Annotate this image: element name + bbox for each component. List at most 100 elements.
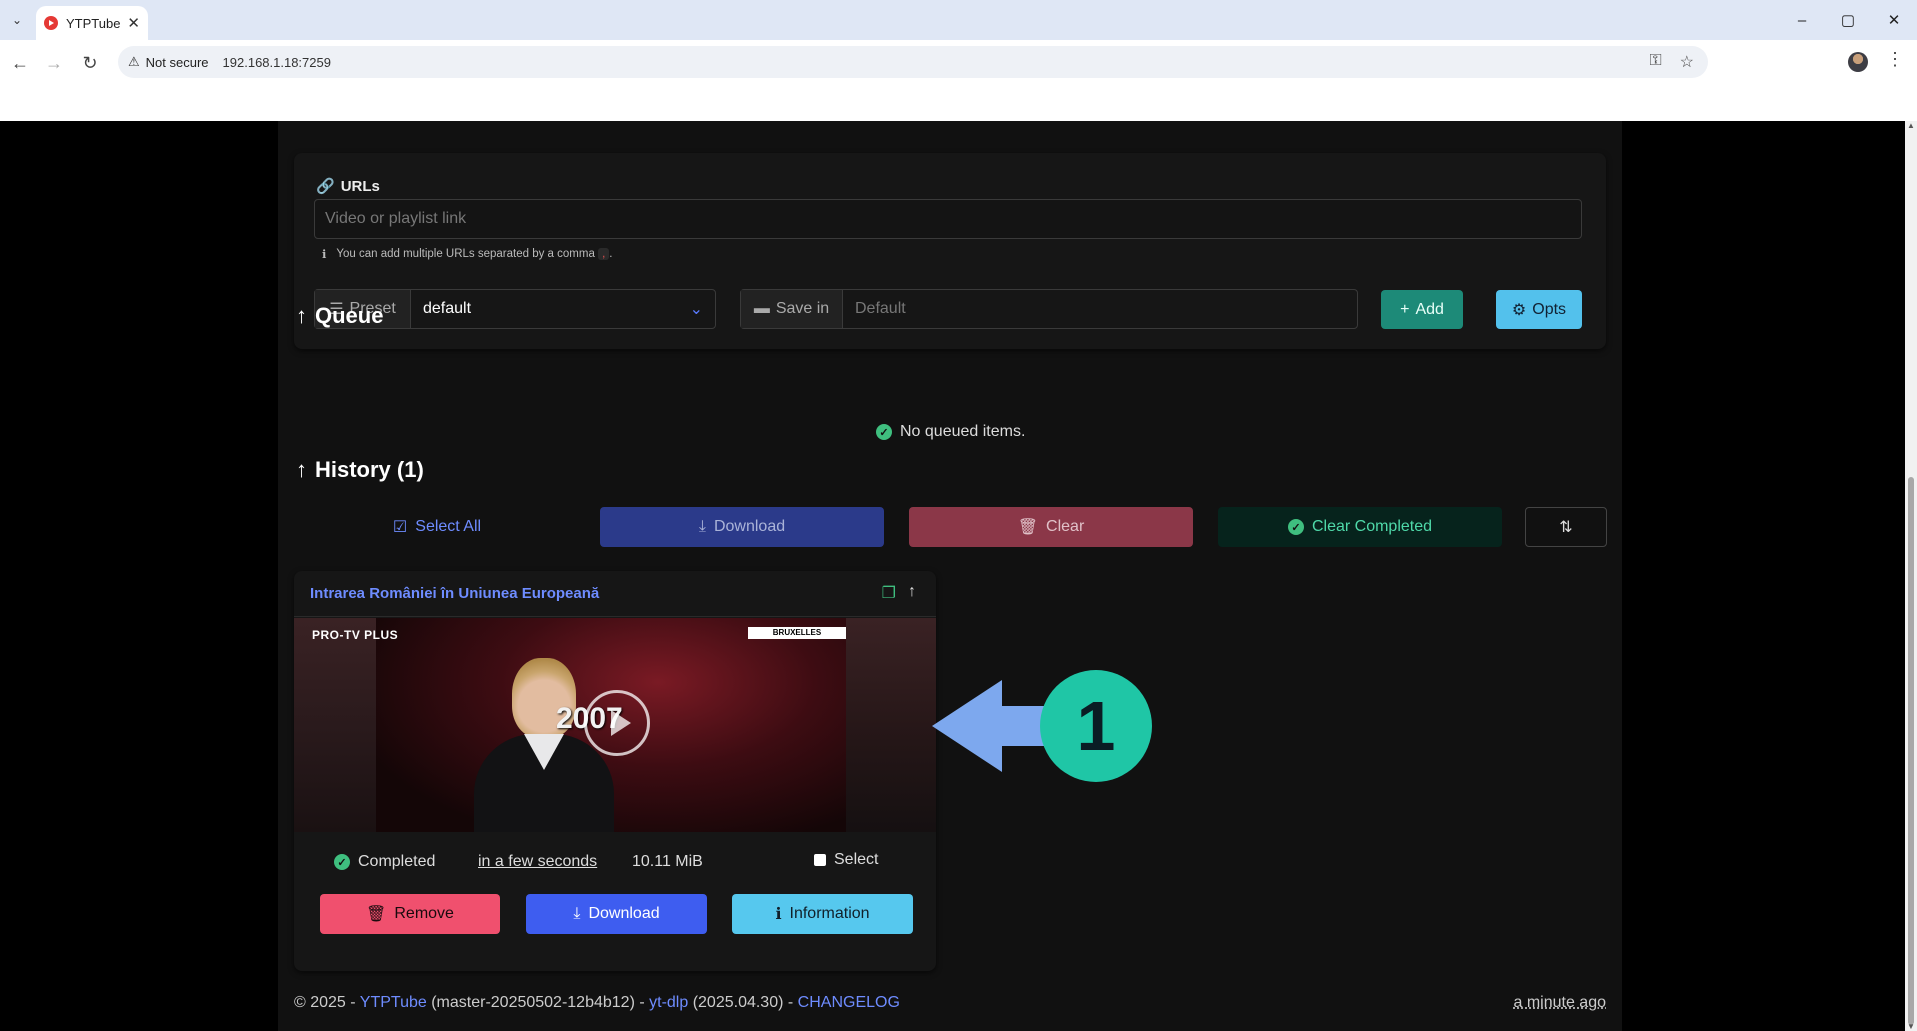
link-icon: 🔗 xyxy=(316,178,335,195)
information-button[interactable]: ℹ Information xyxy=(732,894,913,934)
arrow-up-icon: ↑ xyxy=(296,303,307,328)
scroll-down-icon[interactable]: ▼ xyxy=(1907,1022,1915,1031)
information-label: Information xyxy=(789,905,870,922)
window-controls: – ▢ ✕ xyxy=(1779,0,1917,40)
queue-empty-message: ✓ No queued items. xyxy=(876,423,1025,441)
urls-label: 🔗 URLs xyxy=(316,177,380,196)
item-download-label: Download xyxy=(588,905,660,922)
bookmark-star-icon[interactable]: ☆ xyxy=(1680,52,1694,72)
bulk-clear-button[interactable]: 🗑 Clear xyxy=(909,507,1193,547)
footer: © 2025 - YTPTube (master-20250502-12b4b1… xyxy=(294,994,900,1012)
omnibox[interactable]: ⚠ Not secure 192.168.1.18:7259 ⚿ ☆ xyxy=(118,46,1708,78)
url-input[interactable] xyxy=(314,199,1582,239)
status-text: Completed xyxy=(358,853,436,870)
save-in-input[interactable] xyxy=(843,290,1357,328)
item-size: 10.11 MiB xyxy=(632,853,703,870)
channel-logo: PRO-TV PLUS xyxy=(312,628,399,642)
check-circle-icon: ✓ xyxy=(1287,519,1304,535)
annotation-arrow-icon xyxy=(932,680,1002,772)
save-in-group: ▬ Save in xyxy=(740,289,1358,329)
queue-heading[interactable]: ↑ Queue xyxy=(296,303,383,329)
history-heading[interactable]: ↑ History (1) xyxy=(296,457,424,483)
preset-value: default xyxy=(423,300,472,317)
arrow-up-icon: ↑ xyxy=(296,457,307,482)
arrow-up-icon[interactable]: ↑ xyxy=(908,583,916,603)
thumbnail-blur-right xyxy=(846,618,936,832)
footer-copyright: © 2025 - xyxy=(294,994,360,1011)
select-label: Select xyxy=(834,851,879,868)
url-help-text: ℹ You can add multiple URLs separated by… xyxy=(322,247,612,261)
download-icon: ⤓ xyxy=(573,905,581,922)
page-body: 🔗 URLs ℹ You can add multiple URLs separ… xyxy=(0,121,1905,1031)
bulk-download-label: Download xyxy=(713,518,786,535)
save-in-label: Save in xyxy=(775,300,830,317)
clear-completed-button[interactable]: ✓ Clear Completed xyxy=(1218,507,1502,547)
trash-icon: 🗑 xyxy=(366,906,387,923)
clear-completed-label: Clear Completed xyxy=(1311,518,1433,535)
select-all-button[interactable]: ☑ Select All xyxy=(296,507,578,547)
page-scrollbar[interactable]: ▲ ▼ xyxy=(1905,121,1917,1031)
info-icon: ℹ xyxy=(322,249,327,261)
tab-search-chevron-icon[interactable]: ⌄ xyxy=(6,9,28,31)
last-updated: a minute ago xyxy=(1513,994,1606,1011)
sort-icon: ⇅ xyxy=(1559,519,1573,536)
urls-label-text: URLs xyxy=(340,177,380,195)
thumbnail-blur-left xyxy=(294,618,376,832)
card-header: Intrarea României în Uniunea Europeană ❐… xyxy=(294,571,936,617)
password-key-icon[interactable]: ⚿ xyxy=(1649,52,1661,72)
reload-icon[interactable]: ↻ xyxy=(76,49,104,77)
opts-button[interactable]: ⚙ Opts xyxy=(1496,290,1582,329)
footer-version: (master-20250502-12b4b12) - xyxy=(426,994,650,1011)
scroll-up-icon[interactable]: ▲ xyxy=(1907,121,1915,130)
checkbox-icon[interactable] xyxy=(814,854,826,866)
info-icon: ℹ xyxy=(775,906,782,923)
item-time: in a few seconds xyxy=(478,853,598,870)
warning-triangle-icon[interactable]: ⚠ xyxy=(128,54,140,70)
annotation-number: 1 xyxy=(1040,670,1152,782)
profile-avatar[interactable] xyxy=(1848,52,1868,72)
security-label[interactable]: Not secure xyxy=(146,55,209,70)
history-title: History (1) xyxy=(315,457,424,482)
changelog-link[interactable]: CHANGELOG xyxy=(798,994,900,1011)
tab-close-icon[interactable]: ✕ xyxy=(127,14,140,32)
remove-button[interactable]: 🗑 Remove xyxy=(320,894,500,934)
page-top-strip xyxy=(0,85,1917,121)
maximize-button[interactable]: ▢ xyxy=(1825,0,1871,40)
forward-arrow-icon[interactable]: → xyxy=(40,49,68,77)
copy-icon[interactable]: ❐ xyxy=(882,583,896,603)
scrollbar-thumb[interactable] xyxy=(1908,477,1914,1025)
close-window-button[interactable]: ✕ xyxy=(1871,0,1917,40)
trash-icon: 🗑 xyxy=(1017,519,1039,536)
back-arrow-icon[interactable]: ← xyxy=(6,49,34,77)
bulk-download-button[interactable]: ⤓ Download xyxy=(600,507,884,547)
chevron-down-icon: ⌄ xyxy=(689,301,703,318)
folder-icon: ▬ xyxy=(753,300,770,317)
select-all-label: Select All xyxy=(415,518,482,535)
video-thumbnail[interactable]: PRO-TV PLUS BRUXELLES 2007 xyxy=(294,618,936,832)
ytdlp-link[interactable]: yt-dlp xyxy=(649,994,688,1011)
sort-button[interactable]: ⇅ xyxy=(1525,507,1607,547)
add-button[interactable]: + Add xyxy=(1381,290,1463,329)
item-download-button[interactable]: ⤓ Download xyxy=(526,894,707,934)
footer-ytdlp-version: (2025.04.30) - xyxy=(688,994,798,1011)
browser-tab[interactable]: YTPTube ✕ xyxy=(36,6,148,40)
preset-select[interactable]: default ⌄ xyxy=(411,290,715,328)
ytptube-link[interactable]: YTPTube xyxy=(360,994,427,1011)
check-circle-icon: ✓ xyxy=(876,424,892,440)
opts-button-label: Opts xyxy=(1532,300,1567,318)
main-container: 🔗 URLs ℹ You can add multiple URLs separ… xyxy=(278,121,1622,1031)
item-select-checkbox[interactable]: Select xyxy=(814,851,878,869)
location-tag: BRUXELLES xyxy=(748,627,846,639)
item-status: ✓ Completed xyxy=(334,853,435,871)
video-title-link[interactable]: Intrarea României în Uniunea Europeană xyxy=(310,585,599,602)
url-help-message: You can add multiple URLs separated by a… xyxy=(336,248,595,260)
url-text[interactable]: 192.168.1.18:7259 xyxy=(223,55,331,70)
annotation-callout: 1 xyxy=(932,670,1156,782)
play-icon[interactable] xyxy=(584,690,650,756)
browser-menu-icon[interactable]: ⋮ xyxy=(1886,49,1904,70)
minimize-button[interactable]: – xyxy=(1779,0,1825,40)
history-item-card: Intrarea României în Uniunea Europeană ❐… xyxy=(294,571,936,971)
address-bar-row: ← → ↻ ⚠ Not secure 192.168.1.18:7259 ⚿ ☆… xyxy=(0,40,1917,85)
plus-icon: + xyxy=(1400,300,1410,318)
remove-label: Remove xyxy=(394,905,454,922)
